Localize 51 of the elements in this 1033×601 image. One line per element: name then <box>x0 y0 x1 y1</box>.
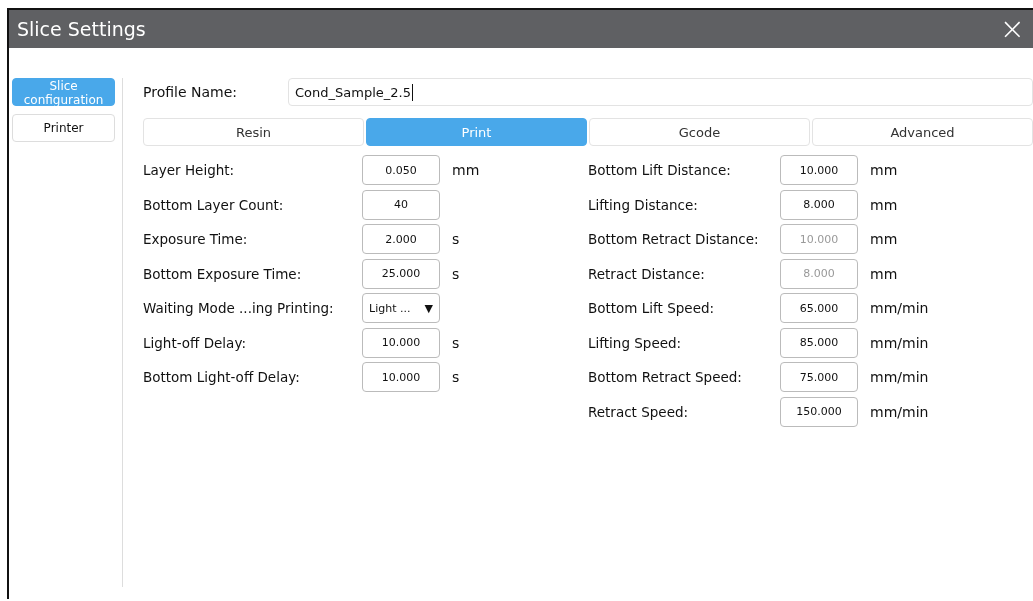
dropdown-arrow-icon: ▼ <box>424 301 433 315</box>
dropdown-value: Light ... <box>369 301 411 315</box>
unit-label: mm/min <box>870 300 929 316</box>
field-label: Exposure Time: <box>143 231 249 247</box>
unit-label: mm/min <box>870 369 929 385</box>
tab[interactable]: Resin <box>143 118 364 146</box>
unit-label: mm <box>870 162 898 178</box>
field-label: Lifting Distance: <box>588 196 699 213</box>
input-field[interactable]: 10.000 <box>780 155 858 185</box>
tab[interactable]: Gcode <box>589 118 810 146</box>
field-label: Bottom Retract Speed: <box>588 369 743 385</box>
field-label: Light-off Delay: <box>143 334 247 351</box>
sidebar-item[interactable]: Printer <box>12 114 116 142</box>
close-button[interactable]: × <box>999 14 1033 44</box>
dropdown[interactable]: Light ... ▼ <box>362 293 440 323</box>
unit-label: s <box>452 231 460 247</box>
field-label: Bottom Layer Count: <box>143 196 285 213</box>
unit-label: mm <box>870 231 898 247</box>
profile-name-label: Profile Name: <box>143 84 238 100</box>
field-label: Bottom Retract Distance: <box>588 231 760 247</box>
input-field[interactable]: 85.000 <box>780 327 858 358</box>
profile-name-field[interactable]: Cond_Sample_2.5 <box>288 78 1033 106</box>
unit-label: s <box>452 369 460 385</box>
input-field[interactable]: 2.000 <box>362 224 440 254</box>
input-field[interactable]: 8.000 <box>780 189 858 220</box>
unit-label: s <box>452 265 460 282</box>
input-field[interactable]: 10.000 <box>362 327 440 358</box>
field-label: Lifting Speed: <box>588 334 683 351</box>
unit-label: mm/min <box>870 403 929 420</box>
window-title: Slice Settings <box>17 18 146 40</box>
field-label: Bottom Exposure Time: <box>143 265 303 282</box>
input-field[interactable]: 10.000 <box>362 362 440 392</box>
input-field[interactable]: 150.000 <box>780 396 858 427</box>
field-label: Retract Speed: <box>588 403 690 420</box>
unit-label: mm/min <box>870 334 929 351</box>
field-label: Bottom Light-off Delay: <box>143 369 301 385</box>
input-field[interactable]: 40 <box>362 189 440 220</box>
unit-label: s <box>452 334 460 351</box>
unit-label: mm <box>870 265 898 282</box>
input-field[interactable]: 65.000 <box>780 293 858 323</box>
unit-label: mm <box>452 162 480 178</box>
field-label: Bottom Lift Speed: <box>588 300 716 316</box>
tab[interactable]: Advanced <box>812 118 1033 146</box>
field-label: Layer Height: <box>143 162 236 178</box>
input-field[interactable]: 0.050 <box>362 155 440 185</box>
field-label: Bottom Lift Distance: <box>588 162 732 178</box>
input-field[interactable]: 25.000 <box>362 258 440 289</box>
input-field[interactable]: 75.000 <box>780 362 858 392</box>
field-label: Retract Distance: <box>588 265 706 282</box>
unit-label: mm <box>870 196 898 213</box>
field-label: Waiting Mode ...ing Printing: <box>143 300 335 316</box>
